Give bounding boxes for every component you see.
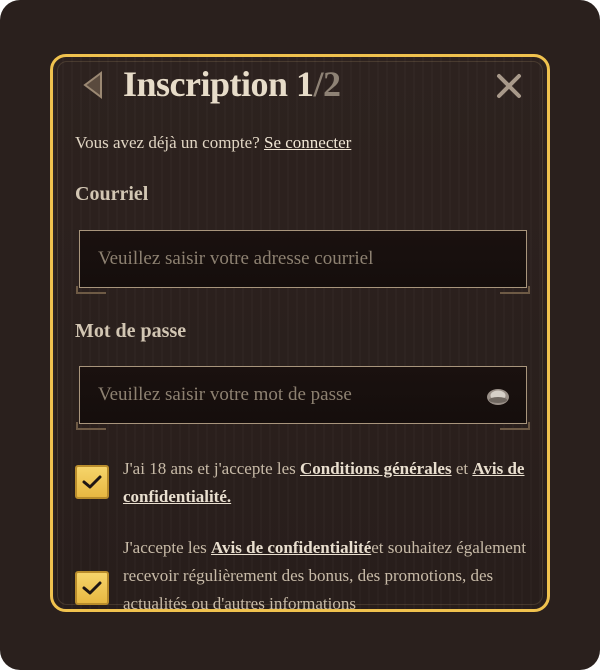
modal-title: Inscription 1/2 bbox=[123, 63, 341, 105]
age-terms-checkbox[interactable] bbox=[75, 465, 109, 499]
login-prompt-row: Vous avez déjà un compte? Se connecter bbox=[75, 133, 351, 153]
login-link[interactable]: Se connecter bbox=[264, 133, 351, 152]
email-label: Courriel bbox=[75, 183, 149, 205]
email-field-frame bbox=[76, 230, 530, 294]
marketing-privacy-link[interactable]: Avis de confidentialité bbox=[211, 538, 371, 557]
marketing-consent-prefix: J'accepte les bbox=[123, 538, 212, 557]
checkmark-icon bbox=[82, 475, 102, 489]
title-step: Inscription 1 bbox=[123, 64, 314, 104]
password-field[interactable] bbox=[80, 367, 526, 423]
terms-link[interactable]: Conditions générales bbox=[300, 459, 452, 478]
email-field[interactable] bbox=[80, 231, 526, 287]
login-prompt: Vous avez déjà un compte? bbox=[75, 133, 260, 152]
close-icon bbox=[497, 74, 521, 98]
age-terms-middle: et bbox=[451, 459, 473, 478]
title-total: /2 bbox=[313, 64, 342, 104]
chevron-left-icon bbox=[83, 71, 102, 99]
registration-modal: Inscription 1/2 Vous avez déjà un compte… bbox=[50, 54, 550, 612]
password-label: Mot de passe bbox=[75, 320, 187, 342]
close-button[interactable] bbox=[493, 70, 525, 102]
checkmark-icon bbox=[82, 581, 102, 595]
age-terms-prefix: J'ai 18 ans et j'accepte les bbox=[123, 459, 300, 478]
marketing-consent-checkbox[interactable] bbox=[75, 571, 109, 605]
password-field-frame bbox=[76, 366, 530, 430]
app-window: Inscription 1/2 Vous avez déjà un compte… bbox=[0, 0, 600, 670]
eye-icon[interactable] bbox=[486, 385, 510, 407]
age-terms-text: J'ai 18 ans et j'accepte les Conditions … bbox=[123, 455, 533, 511]
marketing-consent-text: J'accepte les Avis de confidentialitéet … bbox=[123, 534, 533, 609]
back-button[interactable] bbox=[79, 70, 107, 100]
